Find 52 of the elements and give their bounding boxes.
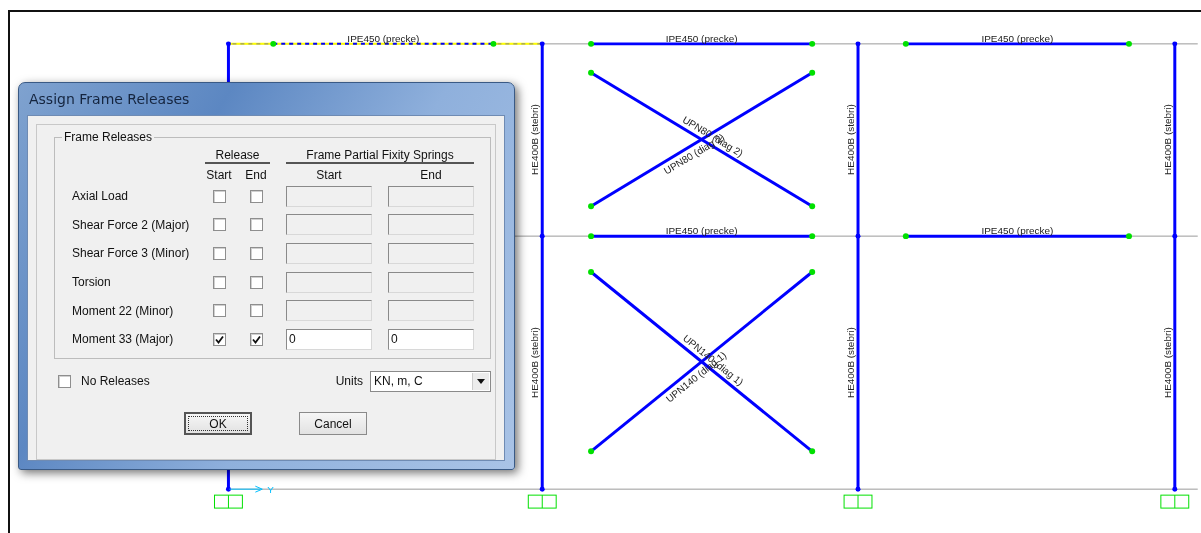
- checkbox-label: No Releases: [81, 374, 150, 388]
- units-dropdown[interactable]: KN, m, C: [370, 370, 491, 392]
- row-label: Shear Force 2 (Major): [72, 217, 191, 232]
- column-heading: Release: [205, 148, 270, 164]
- member-label: IPE450 (precke): [665, 225, 738, 237]
- row-label: Torsion: [72, 275, 112, 290]
- column-subheading: Start: [316, 168, 342, 182]
- checkbox[interactable]: [249, 189, 263, 203]
- axis-label: Y: [267, 484, 274, 496]
- axis-arrow: [228, 485, 263, 493]
- member-label: IPE450 (precke): [665, 32, 738, 44]
- checkbox[interactable]: [212, 332, 226, 346]
- ok-button[interactable]: OK: [184, 412, 252, 435]
- checkbox[interactable]: [58, 374, 71, 388]
- member-label: HE400B (stebri): [1161, 327, 1173, 399]
- checkbox[interactable]: [249, 218, 263, 232]
- checkbox[interactable]: [249, 304, 263, 318]
- row-label: Shear Force 3 (Minor): [72, 246, 191, 261]
- row-label: Axial Load: [72, 189, 130, 204]
- group-title: Frame Releases: [62, 130, 155, 144]
- caret-icon: [472, 372, 489, 390]
- column-heading: Frame Partial Fixity Springs: [286, 148, 474, 164]
- spring-field[interactable]: 0: [286, 328, 372, 350]
- cancel-button[interactable]: Cancel: [299, 412, 367, 435]
- window-title: Assign Frame Releases: [29, 91, 190, 107]
- checkbox[interactable]: [249, 247, 263, 260]
- checkbox[interactable]: [212, 275, 226, 289]
- row-label: Moment 33 (Major): [72, 332, 175, 347]
- column-subheading: End: [245, 168, 267, 182]
- spring-field[interactable]: 0: [388, 328, 474, 350]
- member-label: IPE450 (precke): [981, 225, 1054, 237]
- column-subheading: Start: [206, 168, 232, 182]
- units-label: Units: [335, 374, 363, 388]
- checkbox[interactable]: [249, 332, 263, 346]
- member-label: IPE450 (precke): [981, 32, 1054, 44]
- member-label: IPE450 (precke): [347, 32, 420, 44]
- member-label: HE400B (stebri): [845, 104, 857, 175]
- checkbox[interactable]: [212, 247, 226, 260]
- member-label: HE400B (stebri): [845, 327, 857, 399]
- support-icon: [527, 494, 557, 509]
- checkbox[interactable]: [249, 275, 263, 289]
- member-label: HE400B (stebri): [1161, 104, 1173, 175]
- member-label: HE400B (stebri): [529, 327, 541, 399]
- support-icon: [214, 494, 243, 509]
- support-icon: [1160, 494, 1190, 509]
- checkbox[interactable]: [212, 304, 226, 318]
- checkbox[interactable]: [212, 218, 226, 232]
- checkbox[interactable]: [212, 189, 226, 203]
- row-label: Moment 22 (Minor): [72, 303, 175, 318]
- support-icon: [843, 494, 873, 509]
- column-subheading: End: [420, 168, 442, 182]
- member-label: HE400B (stebri): [529, 104, 541, 175]
